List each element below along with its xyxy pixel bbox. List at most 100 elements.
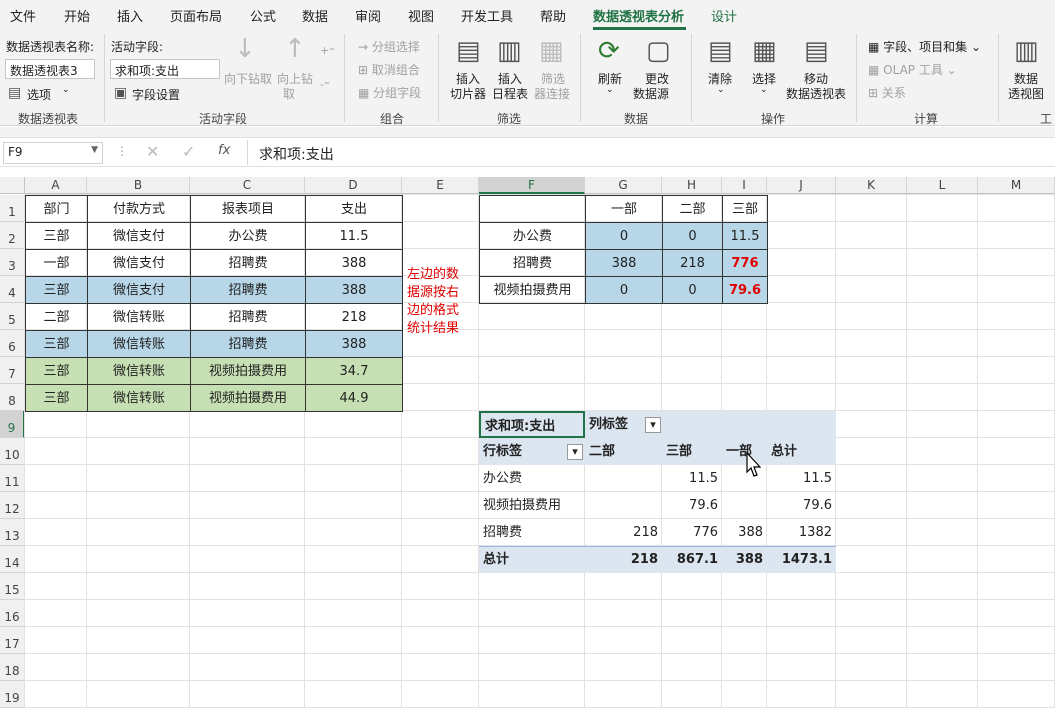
- pivot-name-input[interactable]: 数据透视表3: [5, 59, 95, 79]
- source-cell[interactable]: 388: [305, 249, 403, 277]
- target-cell[interactable]: 0: [662, 222, 723, 250]
- options-button[interactable]: 选项: [27, 86, 51, 103]
- column-header-g[interactable]: G: [585, 177, 662, 194]
- source-cell[interactable]: 44.9: [305, 384, 403, 412]
- source-header-cell[interactable]: 报表项目: [190, 195, 306, 223]
- target-cell[interactable]: 0: [662, 276, 723, 304]
- source-cell[interactable]: 一部: [25, 249, 88, 277]
- target-cell[interactable]: 0: [585, 222, 663, 250]
- column-header-b[interactable]: B: [87, 177, 190, 194]
- target-cell[interactable]: 11.5: [722, 222, 768, 250]
- drill-down-button[interactable]: 向下钻取: [224, 70, 272, 87]
- tab-pivot-analyze[interactable]: 数据透视表分析: [593, 6, 684, 25]
- source-cell[interactable]: 办公费: [190, 222, 306, 250]
- expand-field-icon[interactable]: +⁼: [320, 44, 335, 57]
- source-cell[interactable]: 二部: [25, 303, 88, 331]
- filter-connections-label-2[interactable]: 器连接: [534, 85, 570, 102]
- source-cell[interactable]: 微信支付: [87, 249, 191, 277]
- source-cell[interactable]: 388: [305, 330, 403, 358]
- target-cell[interactable]: 218: [662, 249, 723, 277]
- chevron-down-icon[interactable]: ⌄: [62, 85, 70, 95]
- pivot-value-cell[interactable]: 79.6: [767, 492, 836, 519]
- row-header-17[interactable]: 17: [0, 627, 25, 654]
- source-cell[interactable]: 三部: [25, 222, 88, 250]
- move-pivot-label-2[interactable]: 数据透视表: [786, 85, 846, 102]
- row-header-15[interactable]: 15: [0, 573, 25, 600]
- source-header-cell[interactable]: 付款方式: [87, 195, 191, 223]
- pivot-row-label[interactable]: 招聘费: [479, 519, 585, 546]
- tab-insert[interactable]: 插入: [117, 6, 143, 25]
- source-cell[interactable]: 视频拍摄费用: [190, 384, 306, 412]
- insert-slicer-label-2[interactable]: 切片器: [450, 85, 486, 102]
- source-cell[interactable]: 微信支付: [87, 222, 191, 250]
- row-header-16[interactable]: 16: [0, 600, 25, 627]
- source-cell[interactable]: 视频拍摄费用: [190, 357, 306, 385]
- source-cell[interactable]: 招聘费: [190, 330, 306, 358]
- source-cell[interactable]: 微信支付: [87, 276, 191, 304]
- pivot-value-cell[interactable]: 11.5: [662, 465, 722, 492]
- pivot-grand-total-cell[interactable]: 388: [722, 546, 767, 573]
- pivot-value-cell[interactable]: 79.6: [662, 492, 722, 519]
- pivot-grand-total-cell[interactable]: 867.1: [662, 546, 722, 573]
- column-header-i[interactable]: I: [722, 177, 767, 194]
- tab-view[interactable]: 视图: [408, 6, 434, 25]
- target-cell[interactable]: 视频拍摄费用: [479, 276, 586, 304]
- pivot-column-header[interactable]: 总计: [767, 438, 836, 465]
- target-cell[interactable]: 388: [585, 249, 663, 277]
- source-cell[interactable]: 218: [305, 303, 403, 331]
- tab-data[interactable]: 数据: [302, 6, 328, 25]
- row-header-6[interactable]: 6: [0, 330, 25, 357]
- pivot-column-labels[interactable]: 列标签: [585, 411, 645, 438]
- pivot-grand-total-cell[interactable]: 1473.1: [767, 546, 836, 573]
- field-settings-button[interactable]: 字段设置: [132, 86, 180, 103]
- confirm-icon[interactable]: ✓: [182, 142, 195, 161]
- pivot-value-cell[interactable]: [585, 492, 662, 519]
- tab-home[interactable]: 开始: [64, 6, 90, 25]
- target-cell[interactable]: 0: [585, 276, 663, 304]
- active-field-input[interactable]: 求和项:支出: [110, 59, 220, 79]
- source-cell[interactable]: 三部: [25, 384, 88, 412]
- pivot-value-cell[interactable]: 218: [585, 519, 662, 546]
- target-header-cell[interactable]: 二部: [662, 195, 723, 223]
- source-cell[interactable]: 11.5: [305, 222, 403, 250]
- source-cell[interactable]: 34.7: [305, 357, 403, 385]
- pivot-value-cell[interactable]: [585, 465, 662, 492]
- insert-timeline-label-2[interactable]: 日程表: [492, 85, 528, 102]
- source-cell[interactable]: 招聘费: [190, 276, 306, 304]
- pivot-column-header[interactable]: 二部: [585, 438, 662, 465]
- filter-dropdown-button[interactable]: ▾: [645, 417, 661, 433]
- target-header-cell[interactable]: [479, 195, 586, 223]
- row-header-19[interactable]: 19: [0, 681, 25, 708]
- row-header-7[interactable]: 7: [0, 357, 25, 384]
- row-header-5[interactable]: 5: [0, 303, 25, 330]
- pivot-row-labels[interactable]: 行标签: [479, 438, 569, 465]
- column-header-c[interactable]: C: [190, 177, 305, 194]
- filter-dropdown-button[interactable]: ▾: [567, 444, 583, 460]
- chevron-down-icon[interactable]: ⌄: [760, 85, 768, 95]
- column-header-h[interactable]: H: [662, 177, 722, 194]
- target-header-cell[interactable]: 三部: [722, 195, 768, 223]
- row-header-3[interactable]: 3: [0, 249, 25, 276]
- tab-page-layout[interactable]: 页面布局: [170, 6, 222, 25]
- target-cell[interactable]: 776: [722, 249, 768, 277]
- tab-formulas[interactable]: 公式: [250, 6, 276, 25]
- row-header-2[interactable]: 2: [0, 222, 25, 249]
- target-cell[interactable]: 办公费: [479, 222, 586, 250]
- pivot-chart-label-2[interactable]: 透视图: [1008, 85, 1044, 102]
- relationships-button[interactable]: ⊞ 关系: [868, 84, 906, 101]
- row-header-1[interactable]: 1: [0, 195, 25, 222]
- pivot-column-header[interactable]: 三部: [662, 438, 722, 465]
- olap-tools-button[interactable]: ▦ OLAP 工具 ⌄: [868, 61, 957, 78]
- column-header-m[interactable]: M: [978, 177, 1055, 194]
- column-header-k[interactable]: K: [836, 177, 907, 194]
- formula-input[interactable]: 求和项:支出: [247, 140, 1053, 165]
- pivot-value-cell[interactable]: 11.5: [767, 465, 836, 492]
- pivot-value-cell[interactable]: 776: [662, 519, 722, 546]
- select-all-corner[interactable]: [0, 177, 25, 194]
- name-box[interactable]: F9 ▼: [3, 142, 103, 164]
- fields-items-sets-button[interactable]: ▦ 字段、项目和集 ⌄: [868, 38, 981, 55]
- group-field-button[interactable]: ▦ 分组字段: [358, 84, 421, 101]
- change-source-label-2[interactable]: 数据源: [633, 85, 669, 102]
- source-cell[interactable]: 微信转账: [87, 330, 191, 358]
- pivot-value-cell[interactable]: 388: [722, 519, 767, 546]
